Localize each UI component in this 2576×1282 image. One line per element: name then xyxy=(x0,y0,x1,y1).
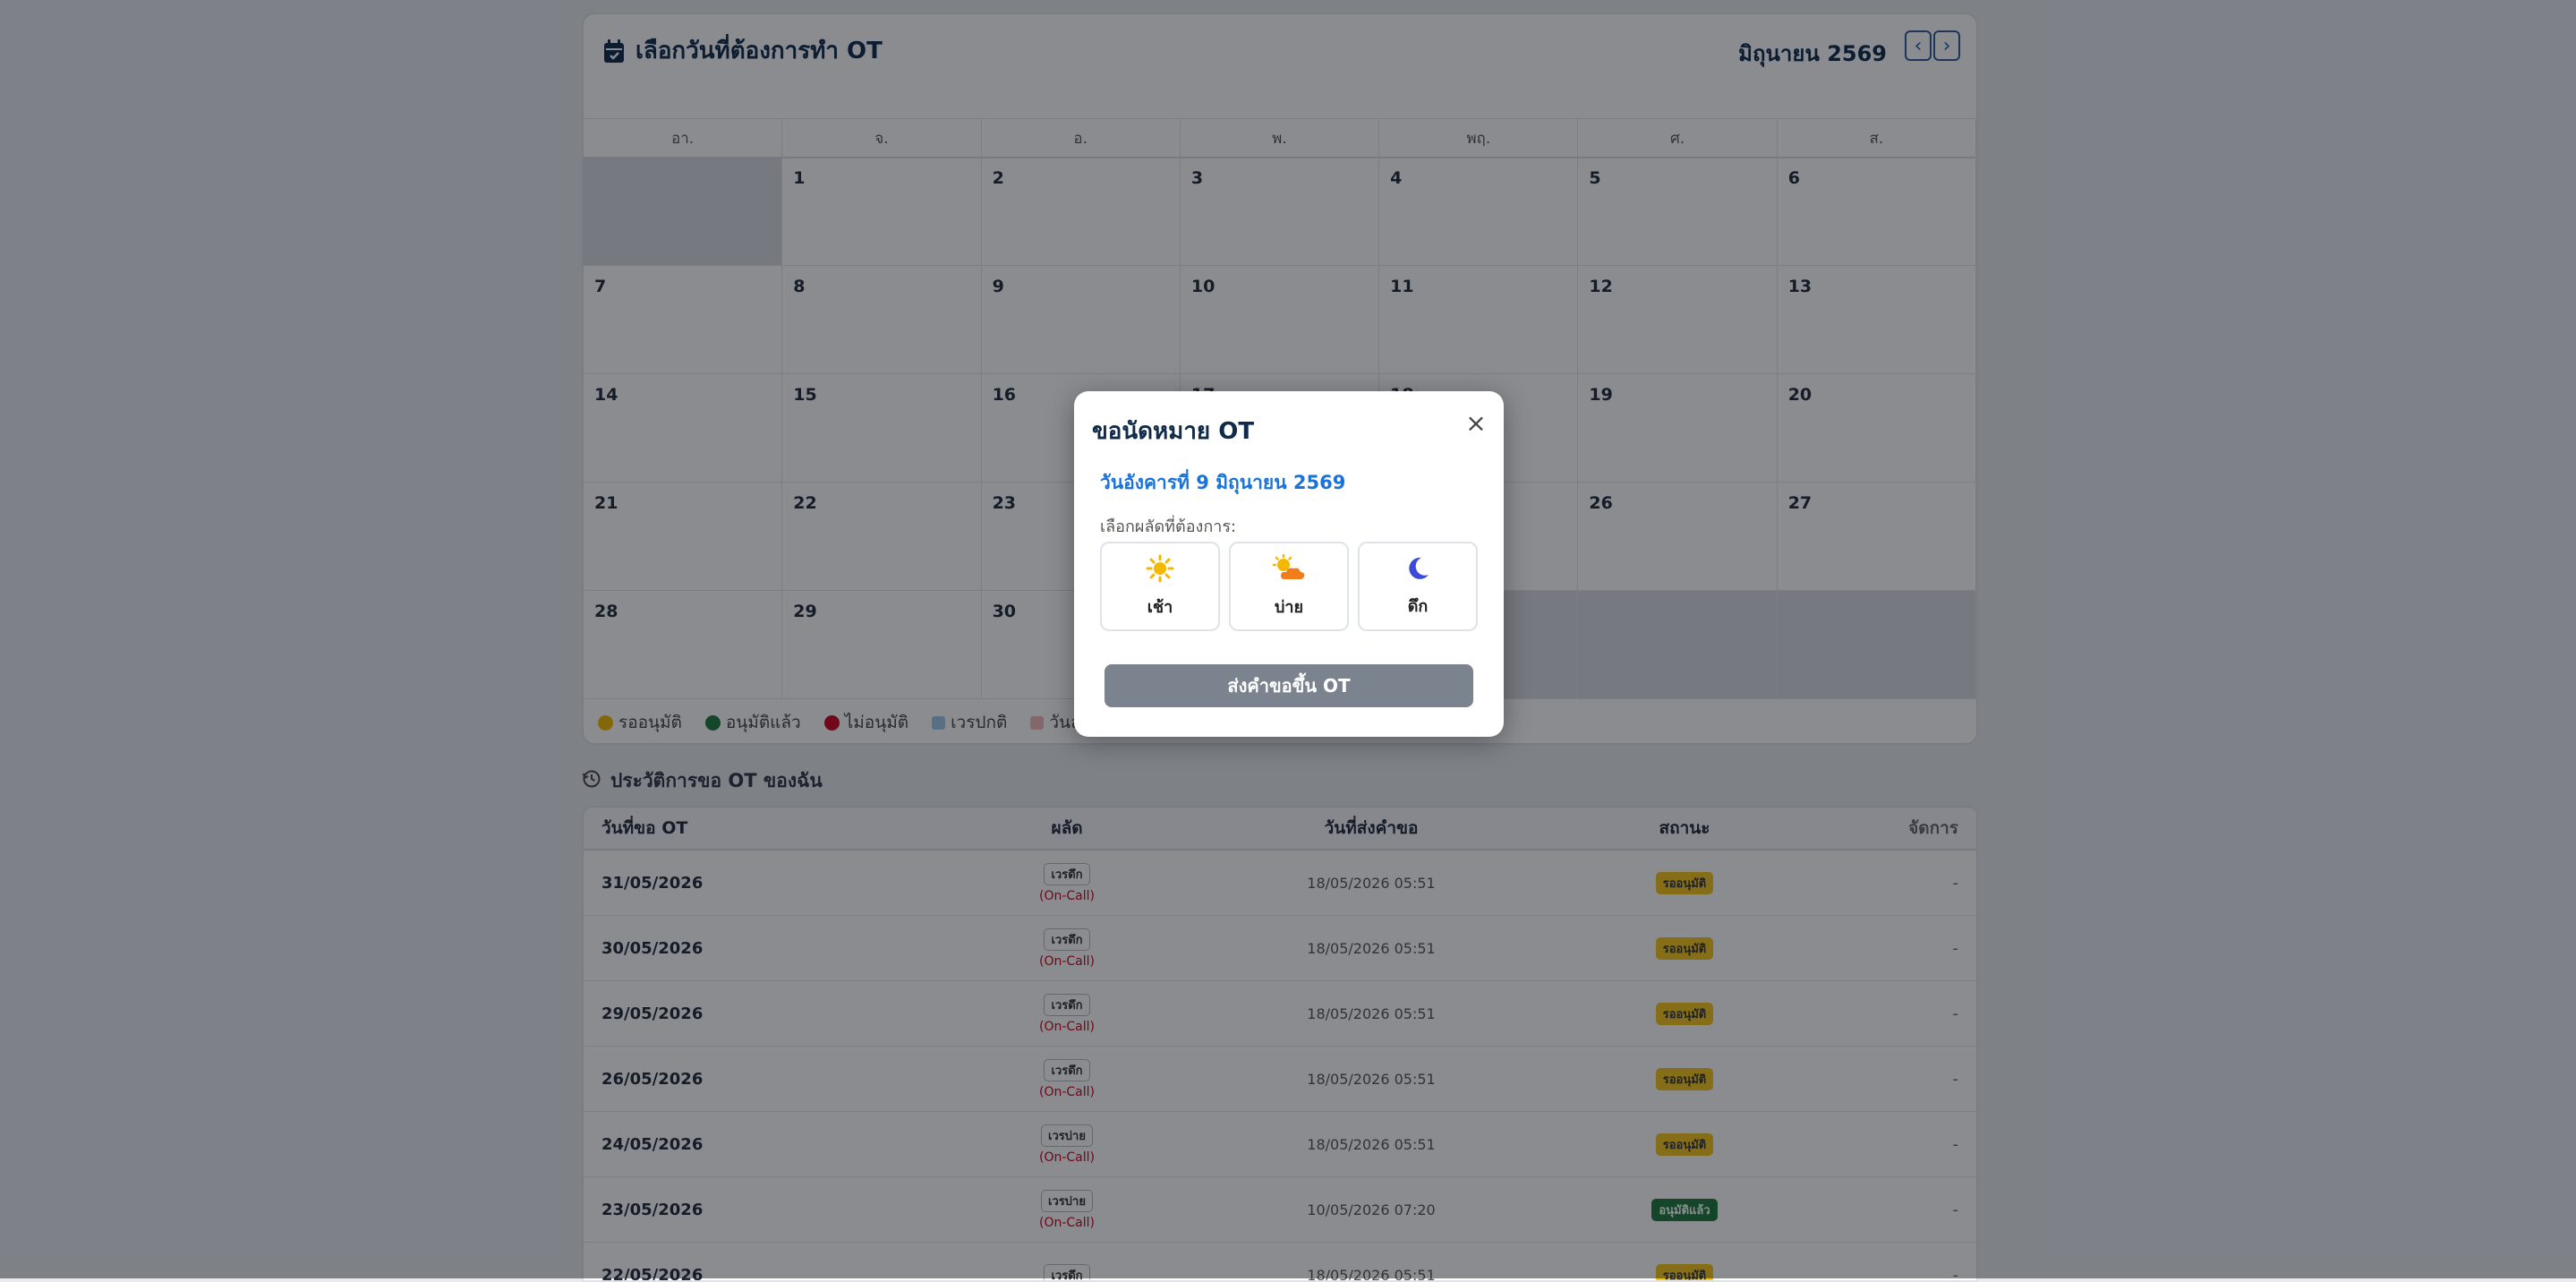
selected-date: วันอังคารที่ 9 มิถุนายน 2569 xyxy=(1100,468,1345,498)
modal-title: ขอนัดหมาย OT xyxy=(1092,413,1254,449)
shift-option-morning[interactable]: เช้า xyxy=(1100,542,1220,631)
shift-prompt: เลือกผลัดที่ต้องการ: xyxy=(1100,513,1236,539)
shift-option-label: เช้า xyxy=(1147,594,1173,620)
ot-request-modal: ขอนัดหมาย OT × วันอังคารที่ 9 มิถุนายน 2… xyxy=(1074,391,1504,737)
sun-cloud-icon xyxy=(1272,554,1306,586)
page: เลือกวันที่ต้องการทำ OT มิถุนายน 2569 ‹ … xyxy=(0,0,2576,1278)
sun-icon xyxy=(1146,554,1174,586)
shift-option-night[interactable]: ดึก xyxy=(1358,542,1478,631)
close-icon: × xyxy=(1465,408,1486,438)
shift-option-label: ดึก xyxy=(1408,593,1429,619)
close-button[interactable]: × xyxy=(1463,409,1489,436)
shift-options: เช้า บ่าย ดึก xyxy=(1100,542,1478,631)
submit-ot-request-button[interactable]: ส่งคำขอขึ้น OT xyxy=(1105,664,1473,707)
shift-option-label: บ่าย xyxy=(1275,594,1303,620)
moon-icon xyxy=(1404,555,1431,585)
shift-option-afternoon[interactable]: บ่าย xyxy=(1229,542,1349,631)
